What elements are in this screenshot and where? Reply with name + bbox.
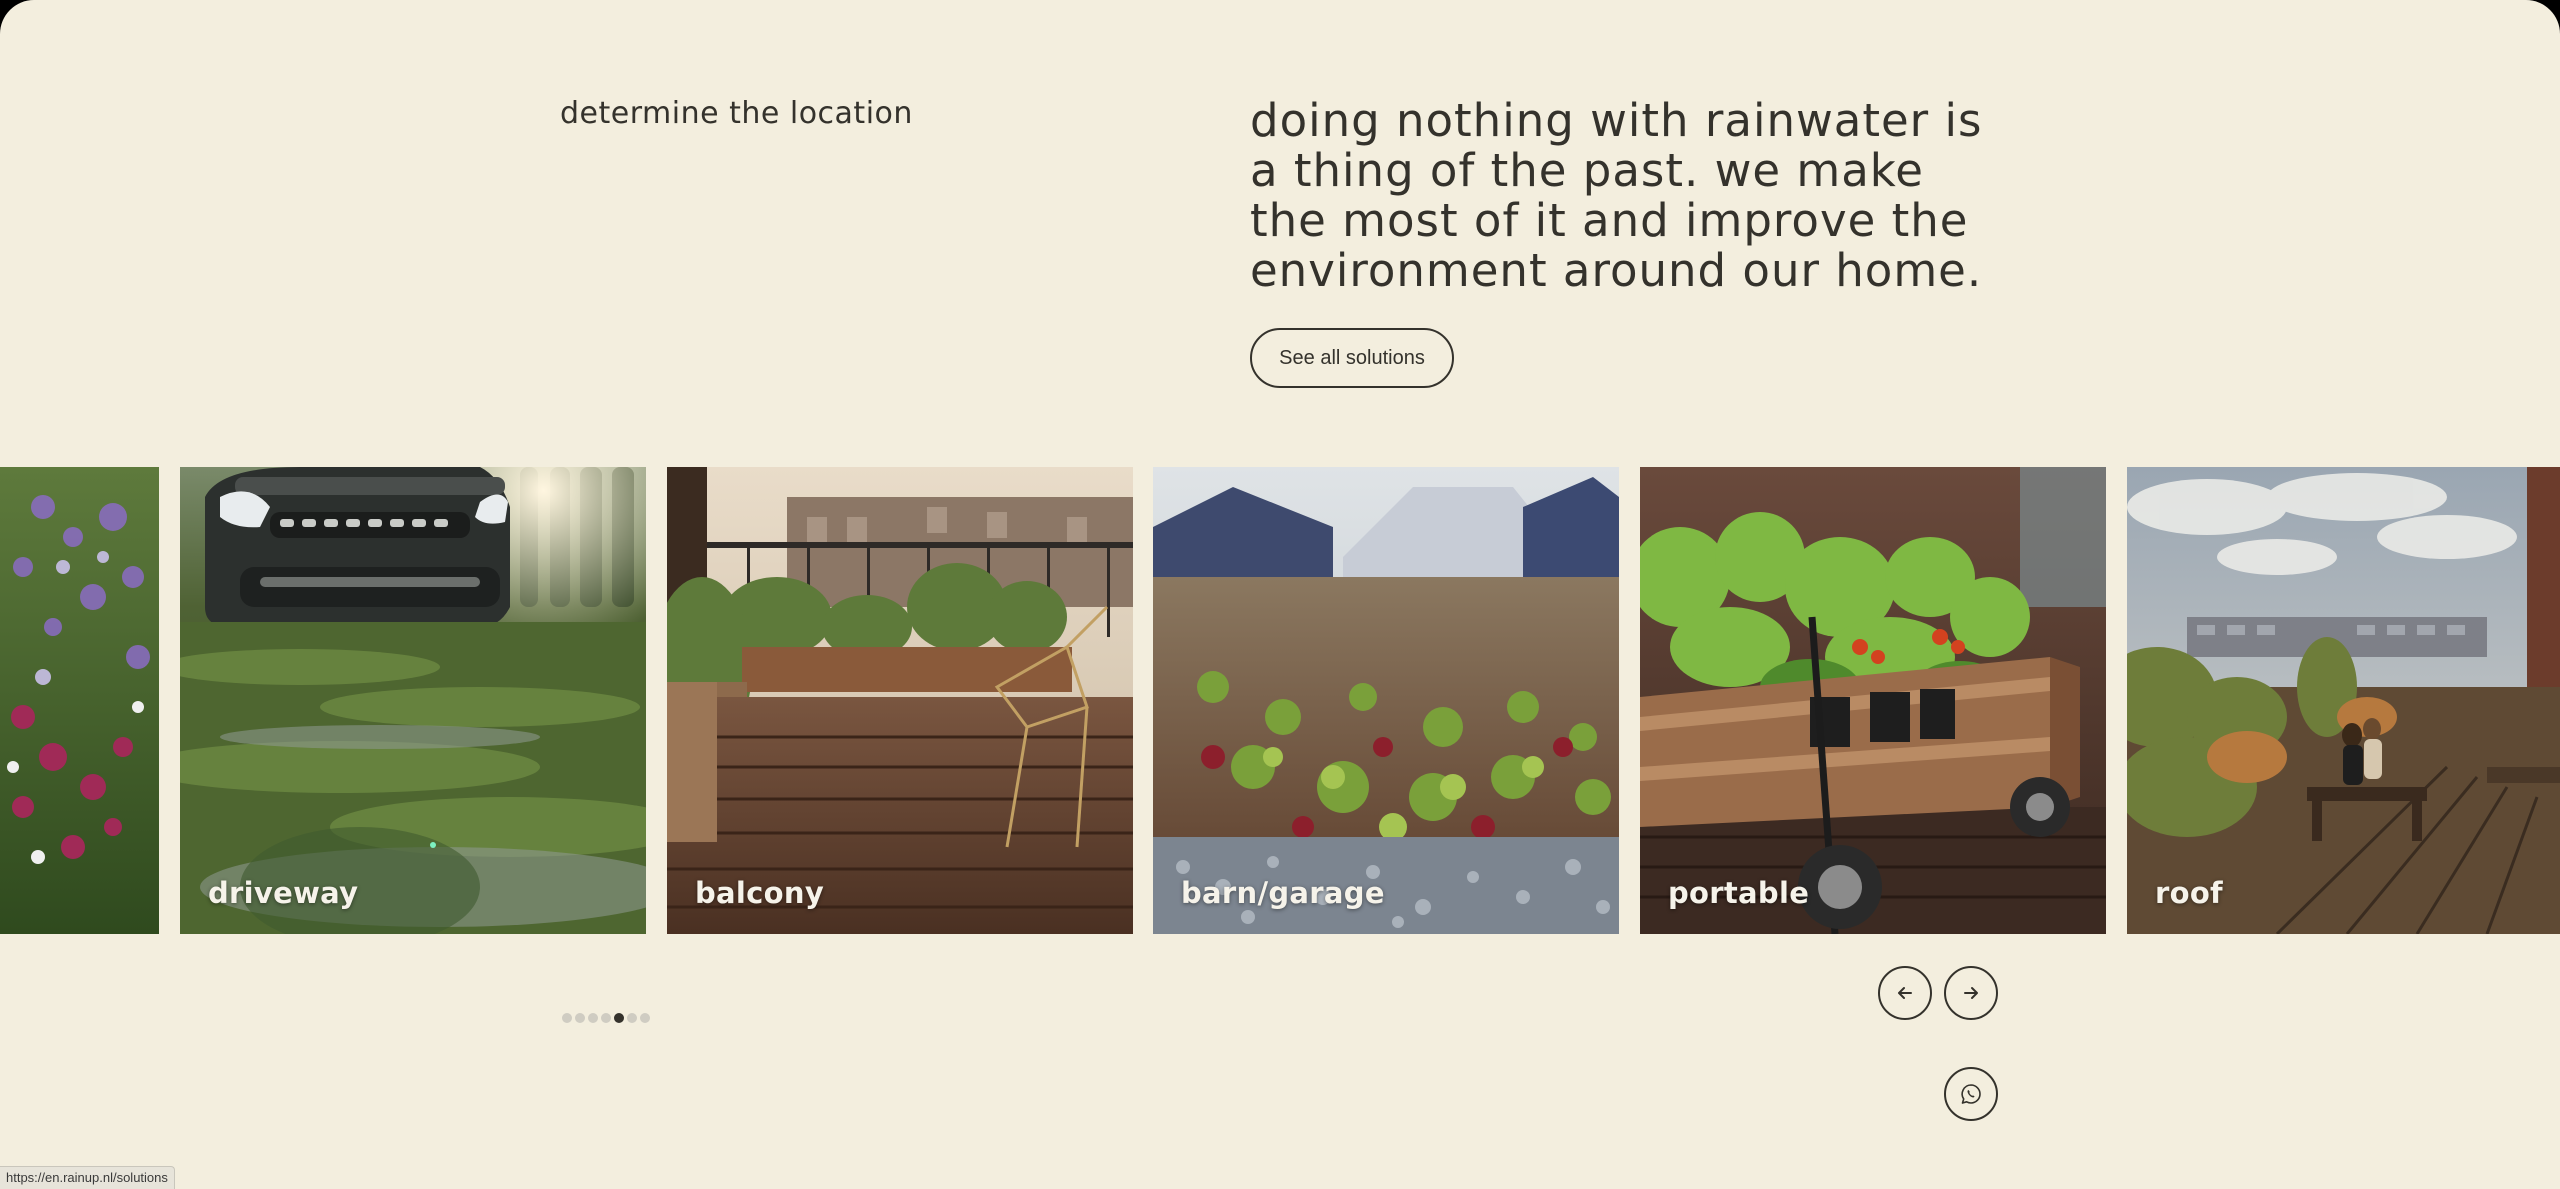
section-headline: doing nothing with rainwater is a thing …	[1250, 94, 1983, 297]
pagination-dot[interactable]	[640, 1013, 650, 1023]
rooftop-terrace-image	[2127, 467, 2560, 934]
carousel-next-button[interactable]	[1944, 966, 1998, 1020]
status-bar-url: https://en.rainup.nl/solutions	[0, 1166, 175, 1189]
whatsapp-button[interactable]	[1944, 1067, 1998, 1121]
pagination-dot[interactable]	[588, 1013, 598, 1023]
carousel-pagination	[562, 1013, 650, 1023]
carousel-card-label: balcony	[695, 876, 825, 910]
pagination-dot[interactable]	[562, 1013, 572, 1023]
arrow-right-icon	[1964, 987, 1978, 999]
carousel-card-label: barn/garage	[1181, 876, 1385, 910]
car-on-grass-driveway-image	[180, 467, 646, 934]
whatsapp-icon	[1961, 1084, 1981, 1104]
page: determine the location doing nothing wit…	[0, 0, 2560, 1189]
carousel-card-label: portable	[1668, 876, 1810, 910]
arrow-left-icon	[1898, 987, 1912, 999]
carousel-card-portable[interactable]: portable	[1640, 467, 2106, 934]
carousel-card-barn-garage[interactable]: barn/garage	[1153, 467, 1619, 934]
pagination-dot[interactable]	[627, 1013, 637, 1023]
carousel-prev-button[interactable]	[1878, 966, 1932, 1020]
pagination-dot-active[interactable]	[614, 1013, 624, 1023]
carousel-card-label: driveway	[208, 876, 359, 910]
carousel-card-balcony[interactable]: balcony	[667, 467, 1133, 934]
pagination-dot[interactable]	[575, 1013, 585, 1023]
wooden-planter-cart-image	[1640, 467, 2106, 934]
carousel-card-roof[interactable]: roof	[2127, 467, 2560, 934]
carousel-card-driveway[interactable]: driveway	[180, 467, 646, 934]
carousel-card-garden[interactable]	[0, 467, 159, 934]
wooden-balcony-planters-image	[667, 467, 1133, 934]
solutions-carousel: driveway balcony barn/garage portable ro…	[0, 467, 2560, 934]
garden-flowers-image	[0, 467, 159, 934]
sedum-green-roof-image	[1153, 467, 1619, 934]
section-eyebrow: determine the location	[560, 96, 913, 131]
carousel-card-label: roof	[2155, 876, 2223, 910]
see-all-solutions-button[interactable]: See all solutions	[1250, 328, 1454, 388]
pagination-dot[interactable]	[601, 1013, 611, 1023]
